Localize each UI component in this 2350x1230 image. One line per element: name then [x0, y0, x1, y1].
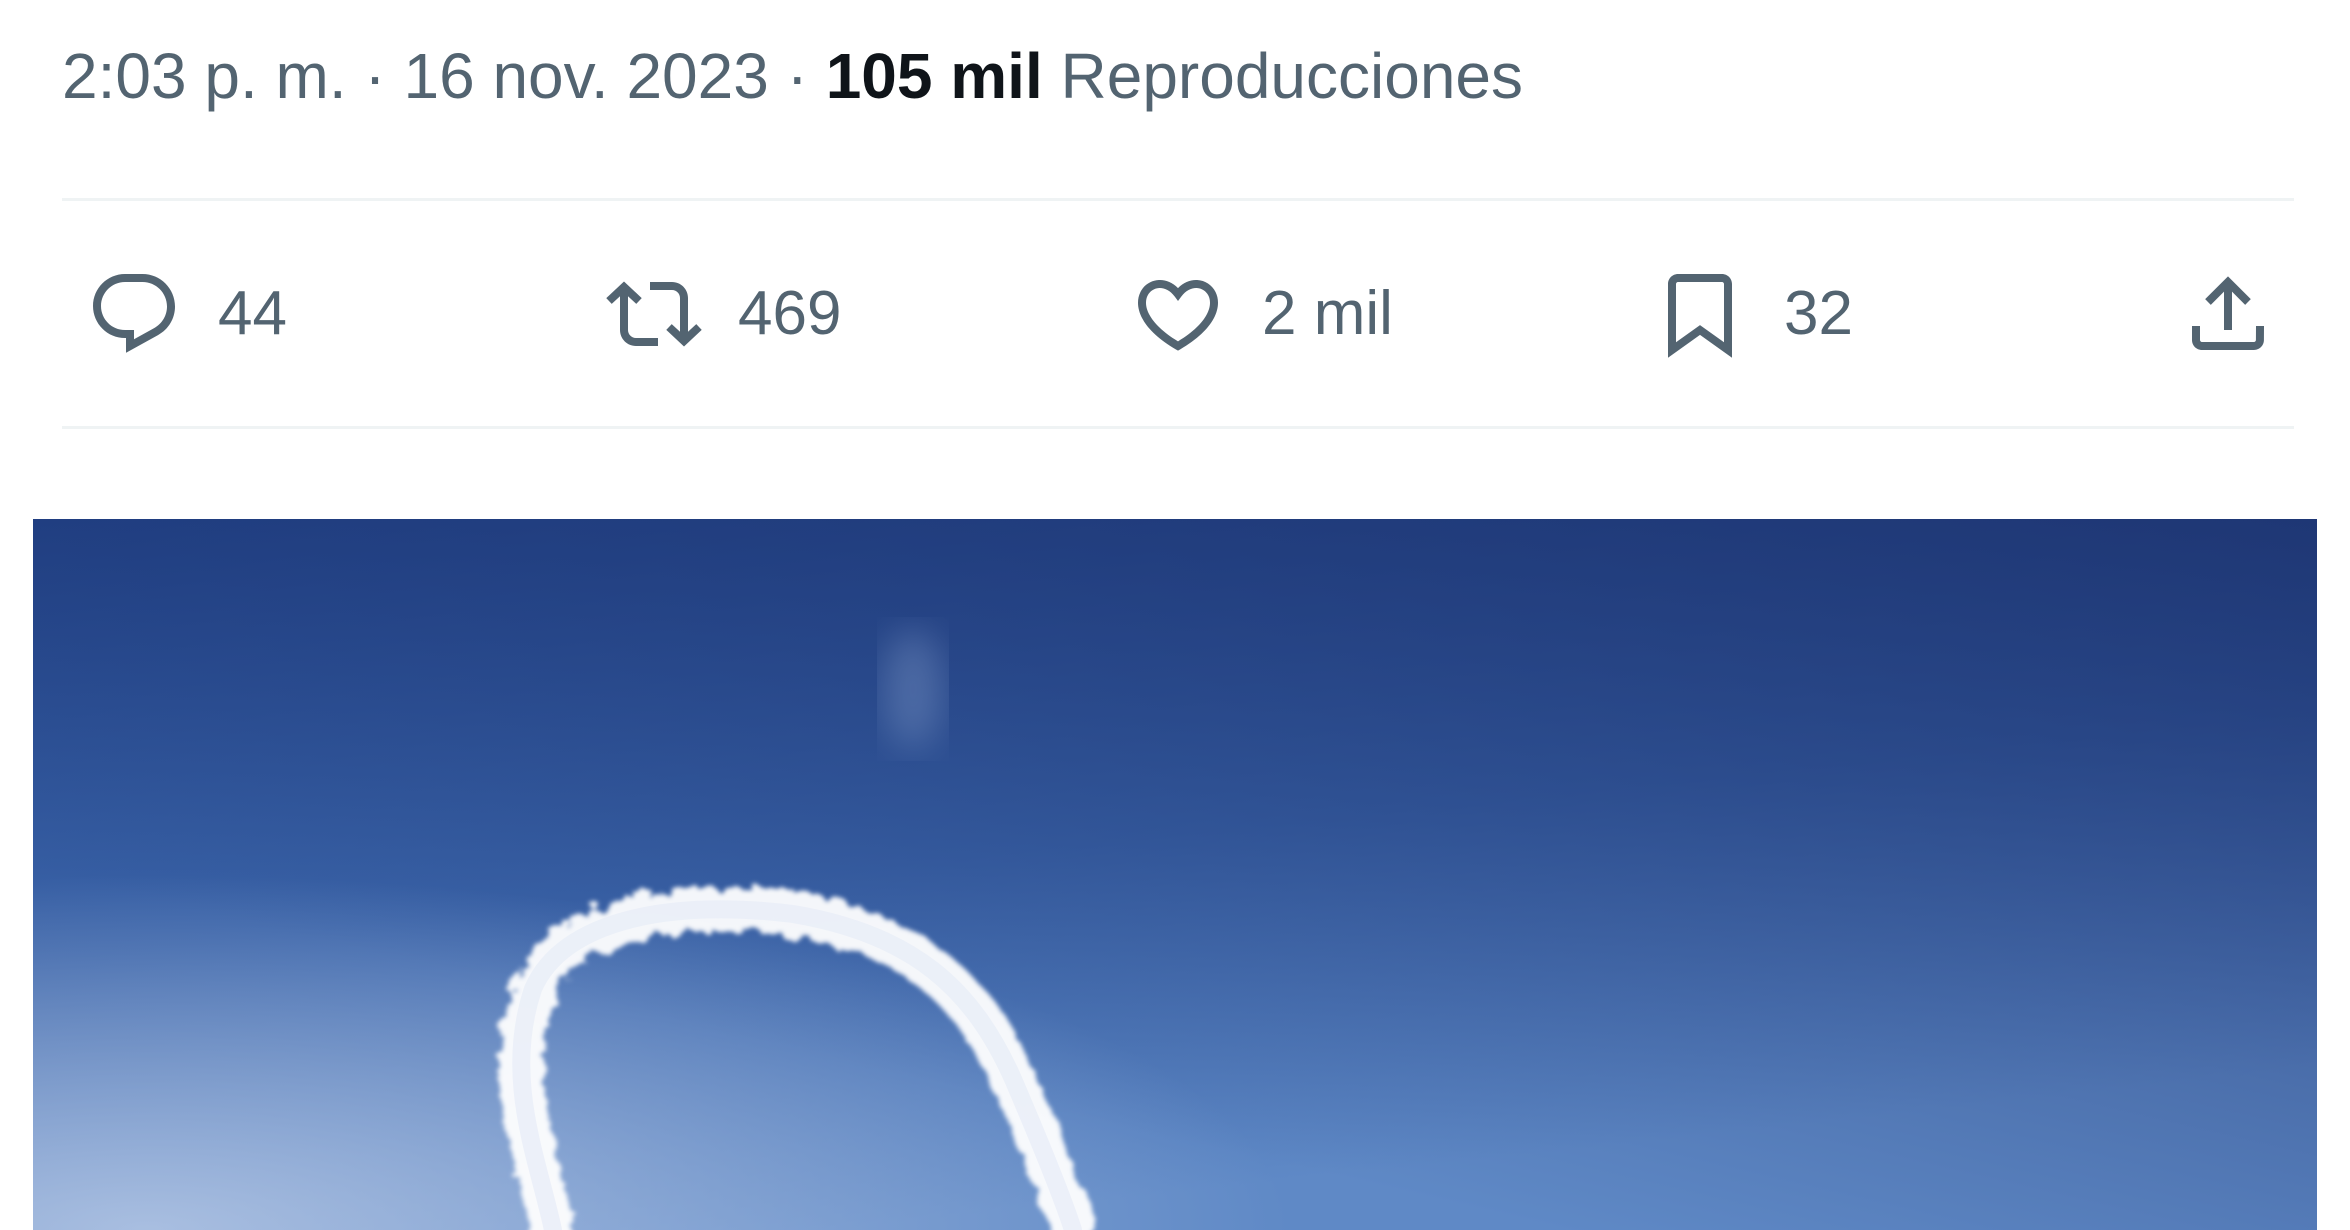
meta-separator: ·: [786, 40, 808, 112]
meta-separator: ·: [364, 40, 386, 112]
reply-button[interactable]: 44: [86, 201, 287, 426]
retweet-button[interactable]: 469: [606, 201, 841, 426]
views-count: 105 mil: [825, 40, 1043, 112]
retweet-icon: [606, 266, 702, 362]
share-icon: [2180, 266, 2276, 362]
bookmark-icon: [1652, 266, 1748, 362]
like-button[interactable]: 2 mil: [1130, 201, 1393, 426]
reply-icon: [86, 266, 182, 362]
sky-photo-image: [33, 519, 2317, 1230]
tweet-media-photo[interactable]: [33, 519, 2317, 1230]
tweet-timestamp-line: 2:03 p. m. · 16 nov. 2023 · 105 mil Repr…: [62, 36, 1523, 116]
like-count: 2 mil: [1262, 278, 1393, 348]
bookmark-button[interactable]: 32: [1652, 201, 1853, 426]
tweet-date[interactable]: 16 nov. 2023: [403, 40, 768, 112]
divider: [62, 426, 2294, 429]
views-label: Reproducciones: [1060, 40, 1524, 112]
bookmark-count: 32: [1784, 278, 1853, 348]
heart-icon: [1130, 266, 1226, 362]
reply-count: 44: [218, 278, 287, 348]
tweet-time[interactable]: 2:03 p. m.: [62, 40, 347, 112]
retweet-count: 469: [738, 278, 842, 348]
tweet-action-bar: 44 469 2 mil 32: [62, 201, 2294, 426]
share-button[interactable]: [2180, 201, 2276, 426]
